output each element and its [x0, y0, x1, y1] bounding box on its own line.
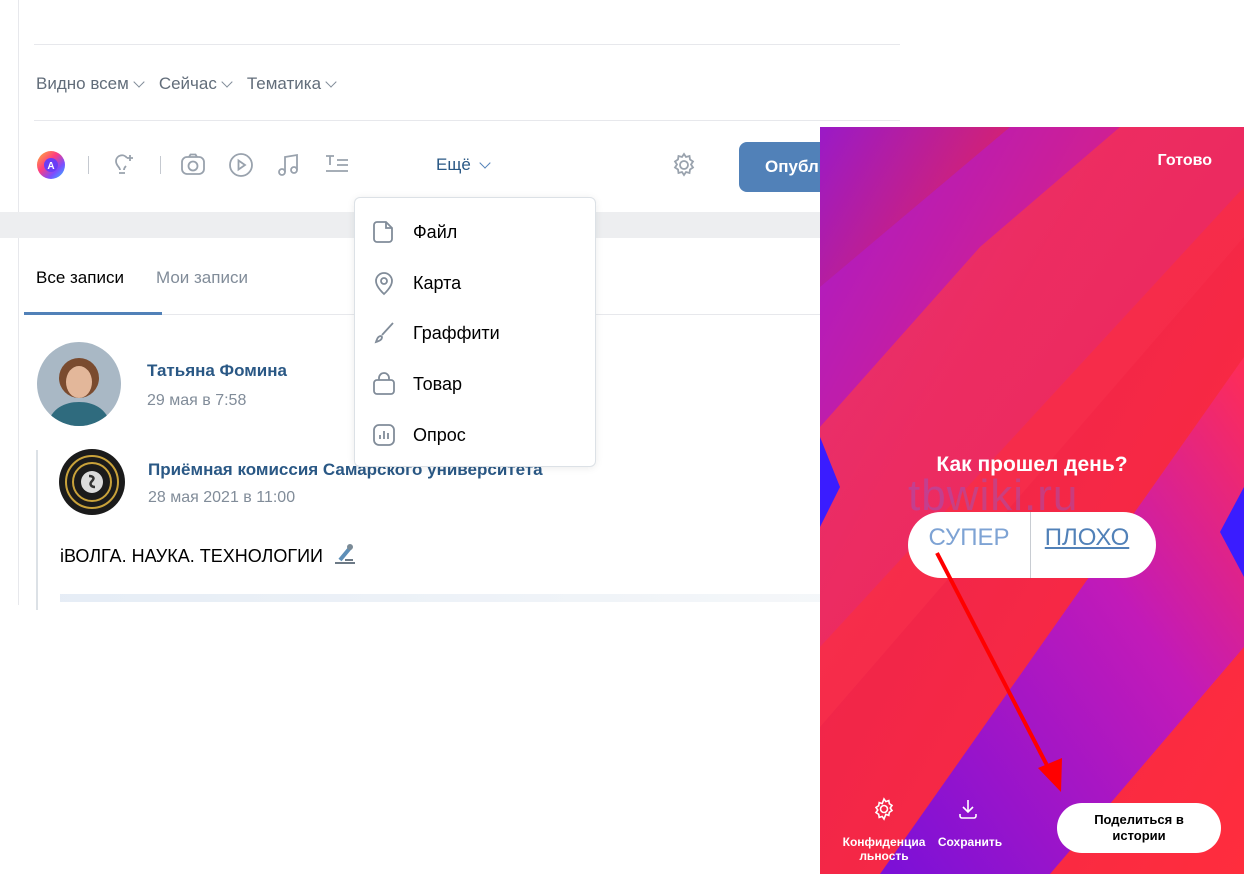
microscope-emoji-icon [334, 544, 355, 564]
brush-icon [369, 318, 399, 348]
option-divider [1030, 512, 1031, 578]
music-icon[interactable] [274, 150, 304, 180]
repost-indicator [36, 450, 38, 610]
text-format-icon[interactable] [322, 150, 352, 180]
chevron-down-icon [479, 157, 491, 169]
menu-item-product[interactable]: Товар [355, 359, 595, 409]
options-divider [34, 120, 900, 121]
composer-toolbar: A Ещё Опубли [34, 140, 919, 192]
post-timestamp[interactable]: 29 мая в 7:58 [147, 392, 246, 410]
avatar[interactable] [37, 342, 121, 426]
file-icon [369, 217, 399, 247]
lightbulb-plus-icon[interactable] [108, 150, 138, 180]
story-editor: Готово tbwiki.ru Как прошел день? СУПЕР … [820, 127, 1244, 874]
visibility-dropdown[interactable]: Видно всем [36, 74, 145, 94]
more-label: Ещё [436, 155, 471, 174]
toolbar-separator [88, 156, 89, 174]
shopping-bag-icon [369, 369, 399, 399]
active-tab-indicator [24, 312, 162, 315]
privacy-label-line2: льность [859, 849, 909, 863]
share-label-line2: истории [1112, 828, 1166, 843]
save-button[interactable]: Сохранить [932, 835, 1008, 849]
answer-sticker[interactable]: СУПЕР ПЛОХО [908, 512, 1156, 578]
time-label: Сейчас [158, 74, 217, 93]
share-label-line1: Поделиться в [1094, 812, 1184, 827]
menu-item-label: Товар [413, 373, 462, 394]
gear-icon[interactable] [669, 150, 699, 180]
privacy-button[interactable]: Конфиденциа льность [828, 835, 940, 863]
topic-dropdown[interactable]: Тематика [246, 74, 337, 94]
done-button[interactable]: Готово [1158, 152, 1212, 170]
topic-label: Тематика [246, 74, 322, 93]
panel-border [18, 0, 19, 605]
tab-all-posts[interactable]: Все записи [36, 268, 124, 288]
poll-icon [369, 420, 399, 450]
post-text: iВОЛГА. НАУКА. ТЕХНОЛОГИИ [60, 543, 358, 567]
tab-my-posts[interactable]: Мои записи [156, 268, 248, 288]
feed-tabs: Все записи Мои записи [36, 268, 248, 288]
chevron-down-icon [133, 76, 145, 88]
menu-item-label: Карта [413, 272, 462, 293]
menu-item-map[interactable]: Карта [355, 258, 595, 308]
toolbar-separator [160, 156, 161, 174]
post-options-row: Видно всем Сейчас Тематика [36, 74, 351, 94]
share-to-story-button[interactable]: Поделиться в истории [1057, 803, 1221, 853]
visibility-label: Видно всем [36, 74, 129, 93]
post-author-link[interactable]: Татьяна Фомина [147, 361, 287, 381]
avatar-gradient-icon[interactable]: A [36, 150, 66, 180]
menu-item-graffiti[interactable]: Граффити [355, 308, 595, 358]
video-icon[interactable] [226, 150, 256, 180]
chevron-down-icon [221, 76, 233, 88]
chevron-down-icon [325, 76, 337, 88]
gear-icon[interactable] [872, 797, 896, 821]
time-dropdown[interactable]: Сейчас [158, 74, 233, 94]
composer-input-divider [34, 44, 900, 45]
repost-timestamp[interactable]: 28 мая 2021 в 11:00 [148, 489, 295, 507]
menu-item-file[interactable]: Файл [355, 207, 595, 257]
post-text-content: iВОЛГА. НАУКА. ТЕХНОЛОГИИ [60, 546, 323, 566]
download-icon[interactable] [956, 797, 980, 821]
more-attachments-menu: Файл Карта Граффити Товар Опрос [354, 197, 596, 467]
option-super[interactable]: СУПЕР [920, 524, 1018, 552]
map-pin-icon [369, 268, 399, 298]
menu-item-poll[interactable]: Опрос [355, 410, 595, 460]
menu-item-label: Файл [413, 221, 458, 242]
question-sticker-title[interactable]: Как прошел день? [820, 453, 1244, 477]
privacy-label-line1: Конфиденциа [842, 835, 926, 849]
menu-item-label: Граффити [413, 322, 500, 343]
camera-icon[interactable] [178, 150, 208, 180]
more-attachments-button[interactable]: Ещё [436, 155, 491, 175]
option-bad[interactable]: ПЛОХО [1032, 524, 1142, 552]
svg-text:A: A [47, 161, 54, 172]
menu-item-label: Опрос [413, 424, 466, 445]
repost-avatar[interactable] [59, 449, 125, 515]
truncated-content [60, 594, 820, 602]
